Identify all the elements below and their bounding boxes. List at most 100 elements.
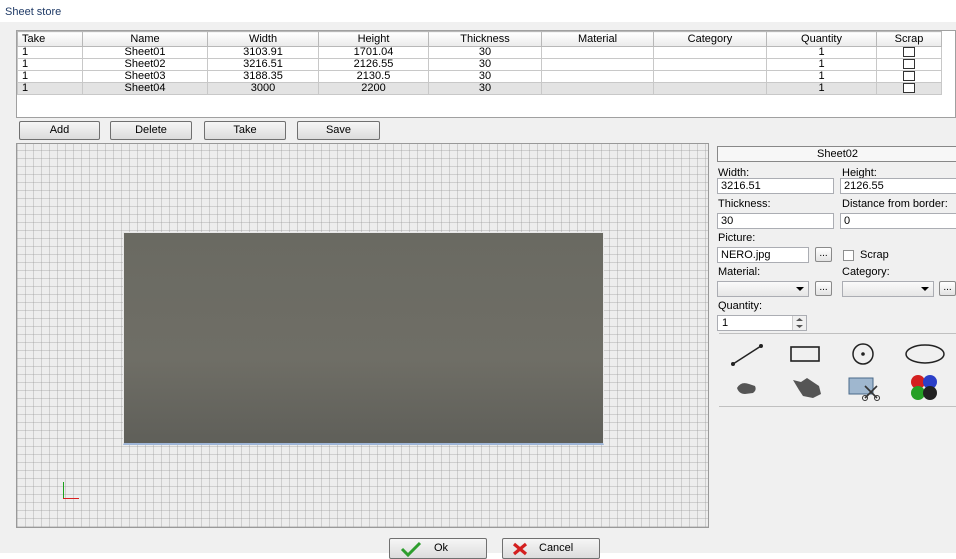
cell-take[interactable]: 1 (17, 58, 83, 71)
ok-label: Ok (434, 542, 449, 554)
drawing-toolbar (719, 333, 956, 407)
image-cut-tool-icon[interactable] (843, 372, 883, 402)
cell-width[interactable]: 3188.35 (207, 70, 319, 83)
sheet-properties-panel: Sheet02 Width: Height: 3216.51 2126.55 T… (714, 143, 956, 528)
ok-button[interactable]: Ok (389, 538, 487, 559)
cell-category[interactable] (653, 58, 767, 71)
chevron-down-icon (921, 287, 929, 291)
cell-material[interactable] (541, 70, 654, 83)
category-label: Category: (842, 266, 890, 278)
rectangle-tool-icon[interactable] (785, 340, 825, 370)
cell-width[interactable]: 3103.91 (207, 46, 319, 59)
cell-category[interactable] (653, 70, 767, 83)
title-bar: Sheet store (0, 0, 956, 22)
cell-take[interactable]: 1 (17, 70, 83, 83)
add-button[interactable]: Add (19, 121, 100, 140)
thickness-label: Thickness: (718, 198, 771, 210)
cell-height[interactable]: 1701.04 (318, 46, 429, 59)
cell-quantity[interactable]: 1 (766, 46, 877, 59)
scrap-checkbox[interactable] (903, 59, 915, 70)
checkmark-icon (400, 541, 422, 557)
table-row[interactable]: 1 Sheet03 3188.35 2130.5 30 1 (17, 70, 942, 83)
cell-name[interactable]: Sheet02 (82, 58, 208, 71)
cell-material[interactable] (541, 58, 654, 71)
category-dropdown[interactable] (842, 281, 934, 297)
column-header-scrap[interactable]: Scrap (876, 31, 942, 47)
column-header-material[interactable]: Material (541, 31, 654, 47)
cell-take[interactable]: 1 (17, 46, 83, 59)
column-header-height[interactable]: Height (318, 31, 429, 47)
quantity-value: 1 (722, 317, 729, 329)
cell-thickness[interactable]: 30 (428, 58, 542, 71)
table-row[interactable]: 1 Sheet04 3000 2200 30 1 (17, 82, 942, 95)
sheet-store-window: Sheet store Take Name Width Height Thick… (0, 0, 956, 559)
cell-scrap (876, 58, 942, 71)
cell-scrap (876, 82, 942, 95)
cell-name[interactable]: Sheet04 (82, 82, 208, 95)
cell-thickness[interactable]: 30 (428, 70, 542, 83)
cancel-label: Cancel (539, 542, 574, 554)
cell-quantity[interactable]: 1 (766, 58, 877, 71)
scrap-checkbox[interactable] (903, 83, 915, 94)
distance-field[interactable]: 0 (840, 213, 956, 229)
cell-name[interactable]: Sheet01 (82, 46, 208, 59)
cell-material[interactable] (541, 82, 654, 95)
cell-name[interactable]: Sheet03 (82, 70, 208, 83)
sheet-image[interactable] (123, 232, 604, 445)
material-label: Material: (718, 266, 761, 278)
cell-height[interactable]: 2126.55 (318, 58, 429, 71)
column-header-quantity[interactable]: Quantity (766, 31, 877, 47)
scrap-checkbox[interactable] (903, 47, 915, 58)
column-header-thickness[interactable]: Thickness (428, 31, 542, 47)
circle-tool-icon[interactable] (843, 340, 883, 370)
delete-button[interactable]: Delete (110, 121, 192, 140)
spin-buttons[interactable] (792, 316, 806, 330)
thickness-field[interactable]: 30 (717, 213, 834, 229)
picture-browse-button[interactable]: ... (815, 247, 832, 262)
height-field[interactable]: 2126.55 (840, 178, 956, 194)
x-axis-indicator (63, 498, 79, 499)
cell-width[interactable]: 3216.51 (207, 58, 319, 71)
cell-quantity[interactable]: 1 (766, 70, 877, 83)
column-header-name[interactable]: Name (82, 31, 208, 47)
eraser-tool-icon[interactable] (727, 372, 767, 402)
cell-scrap (876, 46, 942, 59)
column-header-take[interactable]: Take (17, 31, 83, 47)
sheet-grid[interactable]: Take Name Width Height Thickness Materia… (16, 30, 956, 118)
selected-sheet-name: Sheet02 (717, 146, 956, 162)
sheet-preview-canvas[interactable] (16, 143, 709, 528)
save-button[interactable]: Save (297, 121, 380, 140)
scrap-checkbox-panel[interactable] (843, 250, 854, 261)
width-field[interactable]: 3216.51 (717, 178, 834, 194)
picture-field[interactable]: NERO.jpg (717, 247, 809, 263)
cell-scrap (876, 70, 942, 83)
cell-thickness[interactable]: 30 (428, 46, 542, 59)
scrap-checkbox[interactable] (903, 71, 915, 82)
cell-width[interactable]: 3000 (207, 82, 319, 95)
cell-material[interactable] (541, 46, 654, 59)
line-tool-icon[interactable] (727, 340, 767, 370)
cell-quantity[interactable]: 1 (766, 82, 877, 95)
table-row[interactable]: 1 Sheet02 3216.51 2126.55 30 1 (17, 58, 942, 71)
distance-label: Distance from border: (842, 198, 948, 210)
cancel-button[interactable]: Cancel (502, 538, 600, 559)
quantity-stepper[interactable]: 1 (717, 315, 807, 331)
cell-height[interactable]: 2130.5 (318, 70, 429, 83)
take-button[interactable]: Take (204, 121, 286, 140)
color-tool-icon[interactable] (905, 372, 945, 402)
material-dropdown[interactable] (717, 281, 809, 297)
material-browse-button[interactable]: ... (815, 281, 832, 296)
cell-thickness[interactable]: 30 (428, 82, 542, 95)
cell-take[interactable]: 1 (17, 82, 83, 95)
hand-tool-icon[interactable] (785, 372, 825, 402)
category-browse-button[interactable]: ... (939, 281, 956, 296)
column-header-category[interactable]: Category (653, 31, 767, 47)
column-header-width[interactable]: Width (207, 31, 319, 47)
cell-category[interactable] (653, 82, 767, 95)
cell-category[interactable] (653, 46, 767, 59)
ellipse-tool-icon[interactable] (901, 340, 945, 370)
cell-height[interactable]: 2200 (318, 82, 429, 95)
y-axis-indicator (63, 482, 64, 498)
table-row[interactable]: 1 Sheet01 3103.91 1701.04 30 1 (17, 46, 942, 59)
spin-arrows-icon (796, 318, 803, 328)
